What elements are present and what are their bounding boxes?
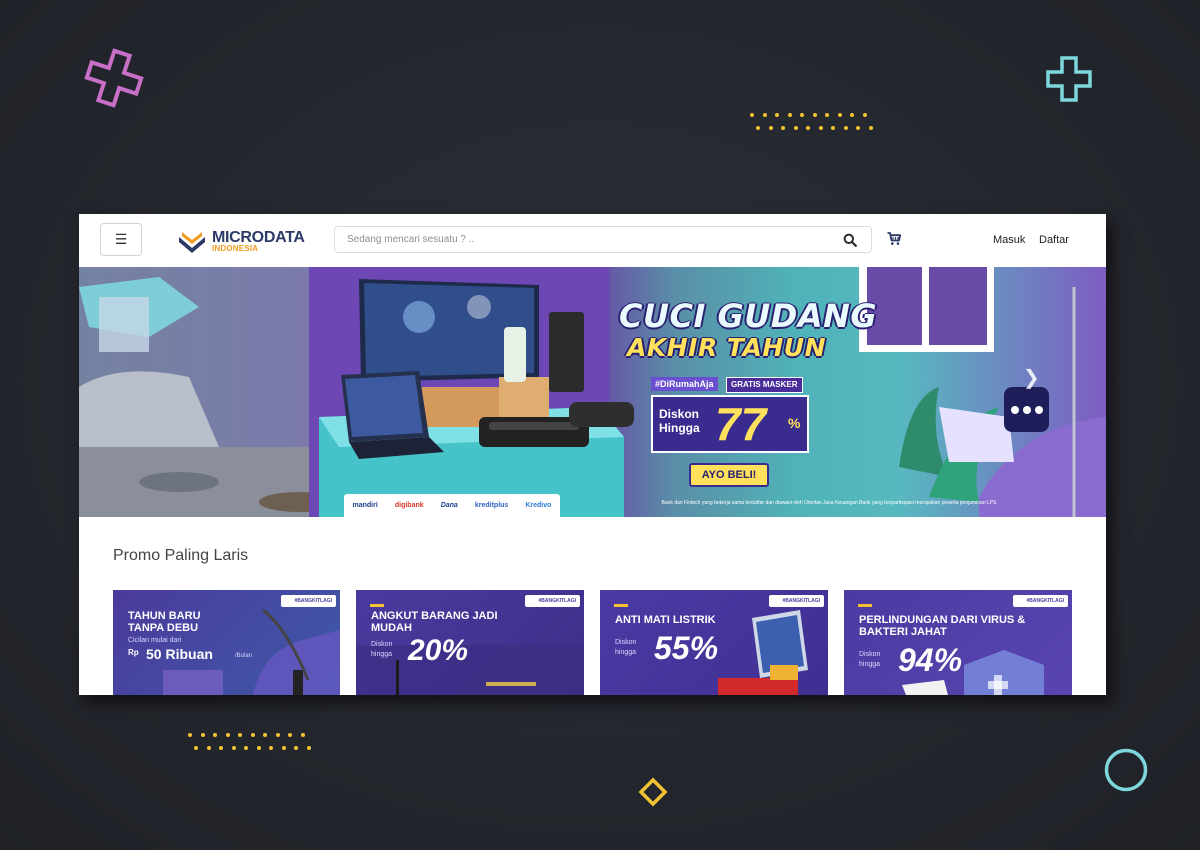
card-tag: #BANGKITLAGI [524, 595, 580, 607]
card-discount-value: 55% [654, 630, 719, 666]
promo-card[interactable]: #BANGKITLAGI PERLINDUNGAN DARI VIRUS & B… [844, 590, 1072, 695]
card-discount-value: 20% [408, 634, 469, 667]
logo-mark-icon [179, 232, 205, 253]
card-price-prefix: Rp [128, 648, 139, 657]
search-bar [334, 226, 872, 253]
card-tag: #BANGKITLAGI [1012, 595, 1068, 607]
search-input[interactable] [335, 227, 849, 252]
bank-logo-kredivo: Kredivo [525, 502, 552, 509]
circle-outline-icon [1104, 748, 1148, 792]
card-price-value: 50 Ribuan [146, 646, 213, 662]
dots-pattern-top [750, 113, 875, 130]
card-price-suffix: /Bulan [235, 653, 253, 659]
card-tag: #BANGKITLAGI [280, 595, 336, 607]
discount-unit: % [788, 415, 801, 431]
bank-logo-digibank: digibank [394, 502, 424, 509]
search-icon[interactable] [843, 233, 857, 247]
card-title: PERLINDUNGAN DARI VIRUS & BAKTERI JAHAT [859, 614, 1026, 638]
site-logo[interactable]: MICRODATA INDONESIA [178, 226, 305, 256]
banner-hashtag: #DiRumahAja [651, 377, 718, 391]
card-subtitle: Diskon hingga [859, 651, 881, 668]
plus-outline-pink-icon [84, 48, 144, 108]
bank-logo-dana: Dana [440, 502, 458, 509]
site-header: ☰ MICRODATA INDONESIA Sedang mencari ses… [79, 214, 1106, 267]
plus-outline-cyan-icon [1046, 56, 1092, 102]
bank-logo-mandiri: mandiri [352, 502, 378, 509]
banner-illustration [79, 267, 1106, 517]
card-tag: #BANGKITLAGI [768, 595, 824, 607]
banner-title-line2: AKHIR TAHUN [627, 333, 827, 362]
card-title: ANGKUT BARANG JADI MUDAH [371, 610, 498, 634]
logo-sub-text: INDONESIA [212, 243, 259, 253]
card-title: ANTI MATI LISTRIK [615, 614, 716, 626]
card-accent-bar [370, 604, 384, 607]
discount-panel: Diskon Hingga 77 % [651, 395, 809, 453]
promo-card[interactable]: #BANGKITLAGI ANTI MATI LISTRIK Diskon hi… [600, 590, 828, 695]
card-discount-value: 94% [898, 642, 963, 678]
cart-icon[interactable] [887, 232, 901, 246]
banner-cta-button[interactable]: AYO BELI! [689, 463, 769, 487]
promo-section-title: Promo Paling Laris [113, 547, 249, 564]
banner-disclaimer: Bank dan Fintech yang bekerja sama terda… [661, 500, 997, 506]
card-title: TAHUN BARU TANPA DEBU [128, 610, 201, 634]
card-subtitle: Diskon hingga [371, 641, 393, 658]
bank-logo-kreditplus: kreditplus [474, 502, 509, 509]
dots-pattern-bottom [188, 733, 313, 750]
card-accent-bar [614, 604, 628, 607]
discount-value: 77 [715, 398, 767, 450]
diamond-outline-icon [638, 777, 668, 807]
bank-partners-strip: mandiri digibank Dana kreditplus Kredivo [344, 494, 560, 517]
website-window: ☰ MICRODATA INDONESIA Sedang mencari ses… [79, 214, 1106, 695]
login-link[interactable]: Masuk [993, 234, 1025, 246]
promo-card[interactable]: #BANGKITLAGI TAHUN BARU TANPA DEBU Cicil… [113, 590, 340, 695]
discount-label: Diskon Hingga [659, 407, 700, 435]
register-link[interactable]: Daftar [1039, 234, 1069, 246]
promo-card[interactable]: #BANGKITLAGI ANGKUT BARANG JADI MUDAH Di… [356, 590, 584, 695]
banner-gratis-badge: GRATIS MASKER [726, 377, 803, 393]
card-accent-bar [858, 604, 872, 607]
card-subtitle: Cicilan mulai dari [128, 637, 182, 644]
chevron-right-icon[interactable]: ❯ [1023, 365, 1040, 390]
banner-title-line1: CUCI GUDANG [619, 297, 878, 335]
hero-banner[interactable]: CUCI GUDANG AKHIR TAHUN #DiRumahAja GRAT… [79, 267, 1106, 517]
menu-button[interactable]: ☰ [100, 223, 142, 256]
hamburger-icon: ☰ [114, 231, 128, 247]
banner-discount-box: #DiRumahAja GRATIS MASKER Diskon Hingga … [651, 377, 811, 455]
card-subtitle: Diskon hingga [615, 639, 637, 656]
